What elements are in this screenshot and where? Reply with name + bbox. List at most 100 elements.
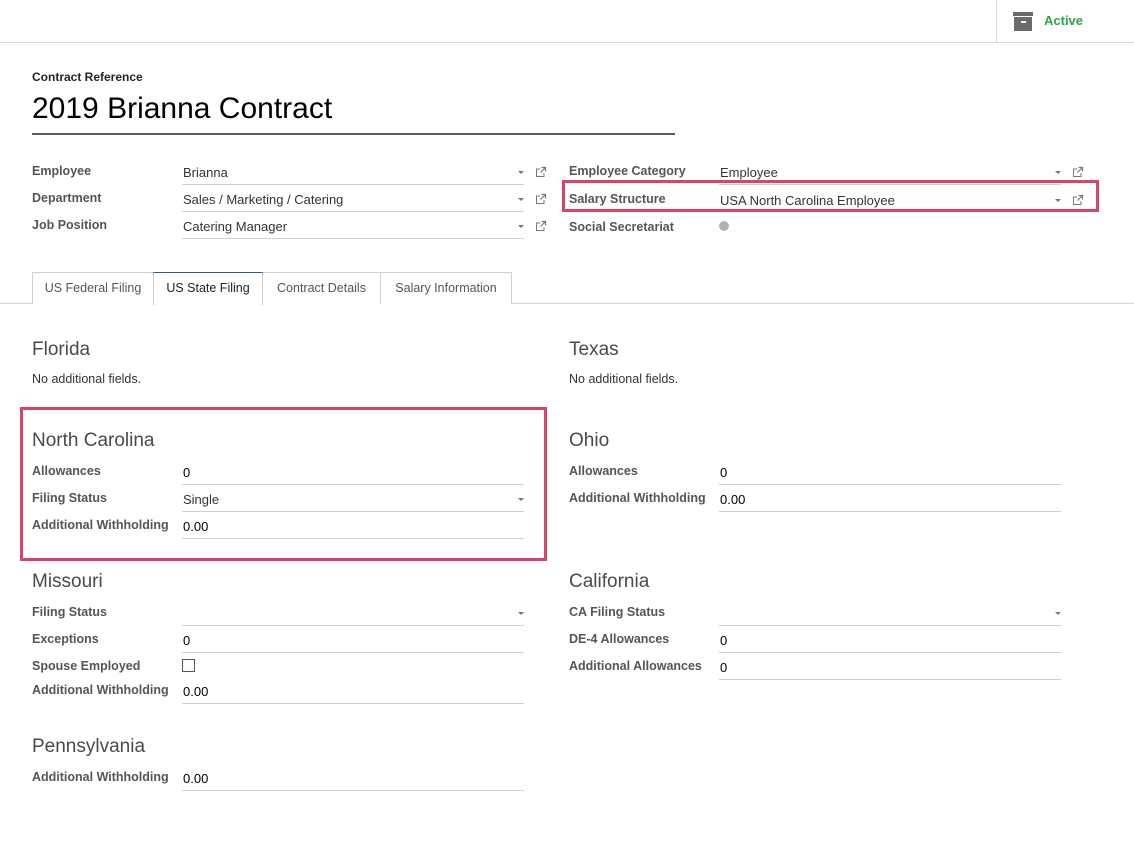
- external-link-icon[interactable]: [1072, 166, 1084, 178]
- chevron-down-icon[interactable]: [1055, 612, 1061, 615]
- employee-category-field-row: Employee Category Employee: [569, 161, 1089, 188]
- mo-spouse-employed-checkbox[interactable]: [182, 659, 195, 672]
- nc-filing-status-select[interactable]: Single: [182, 488, 524, 512]
- tab-us-federal-filing[interactable]: US Federal Filing: [32, 272, 154, 304]
- nc-additional-withholding-label: Additional Withholding: [32, 518, 169, 532]
- mo-additional-withholding-input[interactable]: 0.00: [182, 680, 524, 704]
- ohio-additional-withholding-input[interactable]: 0.00: [719, 488, 1061, 512]
- mo-exceptions-input[interactable]: 0: [182, 629, 524, 653]
- active-toggle-button[interactable]: Active: [996, 0, 1134, 42]
- ohio-allowances-row: Allowances 0: [569, 461, 1069, 488]
- external-link-icon[interactable]: [535, 166, 547, 178]
- salary-structure-value: USA North Carolina Employee: [720, 193, 895, 208]
- ohio-title: Ohio: [569, 430, 610, 451]
- tab-salary-information[interactable]: Salary Information: [380, 272, 512, 304]
- chevron-down-icon[interactable]: [518, 498, 524, 501]
- external-link-icon[interactable]: [535, 220, 547, 232]
- ohio-additional-withholding-value: 0.00: [720, 492, 746, 507]
- mo-exceptions-row: Exceptions 0: [32, 629, 532, 656]
- department-value: Sales / Marketing / Catering: [183, 192, 344, 207]
- mo-additional-withholding-label: Additional Withholding: [32, 683, 169, 697]
- nc-filing-status-row: Filing Status Single: [32, 488, 532, 515]
- nc-additional-withholding-input[interactable]: 0.00: [182, 515, 524, 539]
- ca-de4-allowances-row: DE-4 Allowances 0: [569, 629, 1069, 656]
- pa-additional-withholding-row: Additional Withholding 0.00: [32, 767, 532, 794]
- nc-additional-withholding-value: 0.00: [183, 519, 209, 534]
- mo-filing-status-select[interactable]: [182, 602, 524, 626]
- chevron-down-icon[interactable]: [518, 225, 524, 228]
- nc-allowances-label: Allowances: [32, 464, 101, 478]
- ca-de4-allowances-label: DE-4 Allowances: [569, 632, 670, 646]
- contract-reference-label: Contract Reference: [32, 70, 143, 84]
- ca-additional-allowances-value: 0: [720, 660, 728, 675]
- employee-value: Brianna: [183, 165, 228, 180]
- job-position-label: Job Position: [32, 218, 107, 232]
- employee-category-select[interactable]: Employee: [719, 161, 1061, 185]
- mo-filing-status-label: Filing Status: [32, 605, 107, 619]
- nc-additional-withholding-row: Additional Withholding 0.00: [32, 515, 532, 542]
- ca-additional-allowances-label: Additional Allowances: [569, 659, 702, 673]
- social-secretariat-label: Social Secretariat: [569, 220, 674, 234]
- department-label: Department: [32, 191, 102, 205]
- salary-structure-select[interactable]: USA North Carolina Employee: [719, 189, 1061, 213]
- ohio-additional-withholding-label: Additional Withholding: [569, 491, 706, 505]
- chevron-down-icon[interactable]: [1055, 171, 1061, 174]
- mo-exceptions-value: 0: [183, 633, 191, 648]
- tab-contract-details[interactable]: Contract Details: [262, 272, 381, 304]
- employee-field-row: Employee Brianna: [32, 161, 552, 188]
- active-label: Active: [1044, 13, 1084, 28]
- nc-filing-status-value: Single: [183, 492, 220, 507]
- mo-spouse-employed-row: Spouse Employed: [32, 656, 532, 683]
- ca-filing-status-label: CA Filing Status: [569, 605, 666, 619]
- nc-filing-status-label: Filing Status: [32, 491, 107, 505]
- ca-de4-allowances-input[interactable]: 0: [719, 629, 1061, 653]
- department-select[interactable]: Sales / Marketing / Catering: [182, 188, 524, 212]
- department-field-row: Department Sales / Marketing / Catering: [32, 188, 552, 215]
- chevron-down-icon[interactable]: [518, 612, 524, 615]
- contract-reference-input[interactable]: 2019 Brianna Contract: [32, 90, 675, 135]
- job-position-field-row: Job Position Catering Manager: [32, 215, 552, 242]
- missouri-title: Missouri: [32, 571, 103, 592]
- nc-allowances-row: Allowances 0: [32, 461, 532, 488]
- salary-structure-field-row: Salary Structure USA North Carolina Empl…: [569, 189, 1089, 216]
- pa-additional-withholding-input[interactable]: 0.00: [182, 767, 524, 791]
- status-bar: Active: [0, 0, 1134, 43]
- employee-select[interactable]: Brianna: [182, 161, 524, 185]
- job-position-value: Catering Manager: [183, 219, 288, 234]
- ohio-allowances-value: 0: [720, 465, 728, 480]
- ca-filing-status-row: CA Filing Status: [569, 602, 1069, 629]
- social-secretariat-status-dot[interactable]: [719, 221, 729, 231]
- mo-exceptions-label: Exceptions: [32, 632, 99, 646]
- employee-category-label: Employee Category: [569, 164, 686, 178]
- nc-allowances-value: 0: [183, 465, 191, 480]
- mo-filing-status-row: Filing Status: [32, 602, 532, 629]
- archive-icon: [1013, 12, 1033, 31]
- ohio-allowances-label: Allowances: [569, 464, 638, 478]
- chevron-down-icon[interactable]: [1055, 199, 1061, 202]
- chevron-down-icon[interactable]: [518, 198, 524, 201]
- ohio-allowances-input[interactable]: 0: [719, 461, 1061, 485]
- employee-category-value: Employee: [720, 165, 778, 180]
- ohio-additional-withholding-row: Additional Withholding 0.00: [569, 488, 1069, 515]
- pa-additional-withholding-value: 0.00: [183, 771, 209, 786]
- chevron-down-icon[interactable]: [518, 171, 524, 174]
- external-link-icon[interactable]: [1072, 194, 1084, 206]
- job-position-select[interactable]: Catering Manager: [182, 215, 524, 239]
- pennsylvania-title: Pennsylvania: [32, 736, 146, 757]
- external-link-icon[interactable]: [535, 193, 547, 205]
- ca-filing-status-select[interactable]: [719, 602, 1061, 626]
- pa-additional-withholding-label: Additional Withholding: [32, 770, 169, 784]
- mo-additional-withholding-row: Additional Withholding 0.00: [32, 680, 532, 707]
- social-secretariat-field-row: Social Secretariat: [569, 217, 1089, 244]
- florida-title: Florida: [32, 339, 91, 360]
- tab-us-state-filing[interactable]: US State Filing: [153, 272, 263, 305]
- mo-spouse-employed-label: Spouse Employed: [32, 659, 141, 673]
- north-carolina-title: North Carolina: [32, 430, 155, 451]
- texas-note: No additional fields.: [569, 372, 679, 386]
- nc-allowances-input[interactable]: 0: [182, 461, 524, 485]
- texas-title: Texas: [569, 339, 619, 360]
- ca-additional-allowances-row: Additional Allowances 0: [569, 656, 1069, 683]
- ca-additional-allowances-input[interactable]: 0: [719, 656, 1061, 680]
- california-title: California: [569, 571, 650, 592]
- salary-structure-label: Salary Structure: [569, 192, 666, 206]
